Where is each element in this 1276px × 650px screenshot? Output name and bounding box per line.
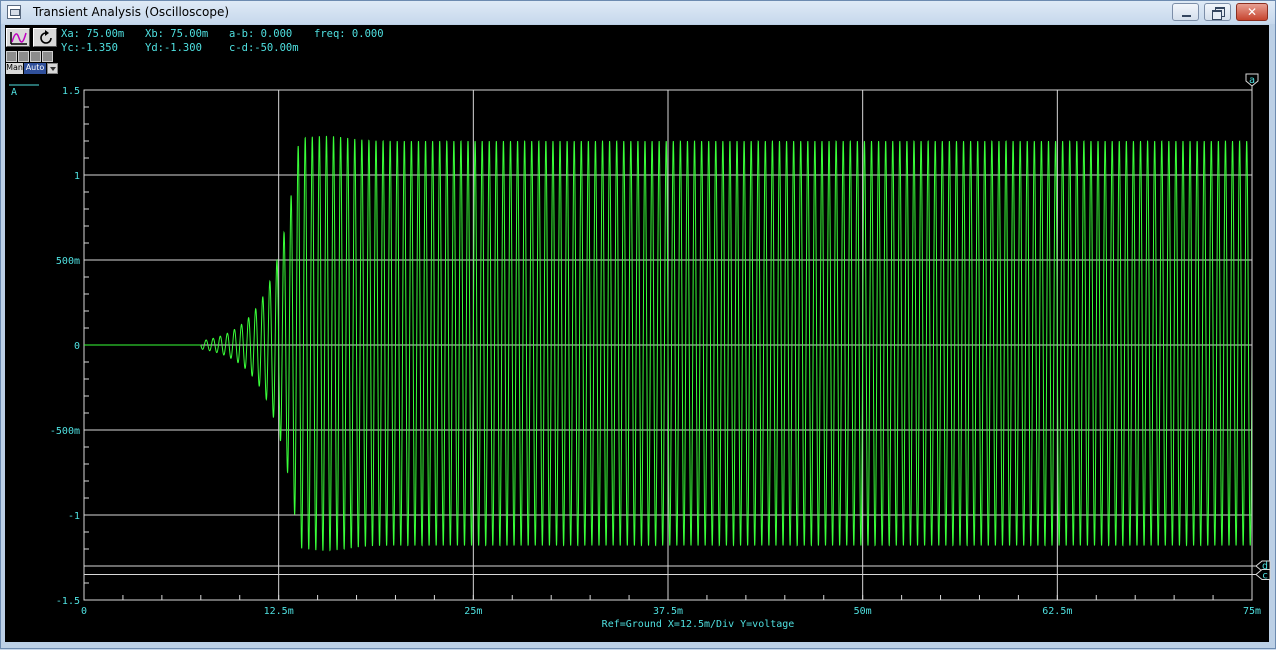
- trace-label-a: A: [11, 87, 17, 98]
- waveform-plot[interactable]: 0 12.5m 25m 37.5m 50m 62.5m 75m 1.5 1 500m 0 -500m -…: [1, 1, 1276, 650]
- y-tick-label: -500m: [50, 426, 80, 437]
- x-tick-label: 0: [81, 606, 87, 617]
- y-tick-label: -1.5: [56, 596, 80, 607]
- x-tick-label: 25m: [464, 606, 482, 617]
- y-tick-label: 1.5: [62, 86, 80, 97]
- y-tick-label: 0: [74, 341, 80, 352]
- cursor-c-label: c: [1262, 571, 1268, 582]
- x-tick-label: 50m: [854, 606, 872, 617]
- cursor-a-label: a: [1249, 75, 1255, 86]
- y-tick-label: -1: [68, 511, 80, 522]
- x-tick-label: 62.5m: [1042, 606, 1072, 617]
- x-tick-label: 75m: [1243, 606, 1261, 617]
- axis-footer-label: Ref=Ground X=12.5m/Div Y=voltage: [602, 619, 795, 630]
- x-tick-label: 12.5m: [264, 606, 294, 617]
- oscilloscope-window: Transient Analysis (Oscilloscope) Man Au…: [0, 0, 1276, 649]
- y-tick-label: 1: [74, 171, 80, 182]
- x-tick-label: 37.5m: [653, 606, 683, 617]
- y-tick-label: 500m: [56, 256, 80, 267]
